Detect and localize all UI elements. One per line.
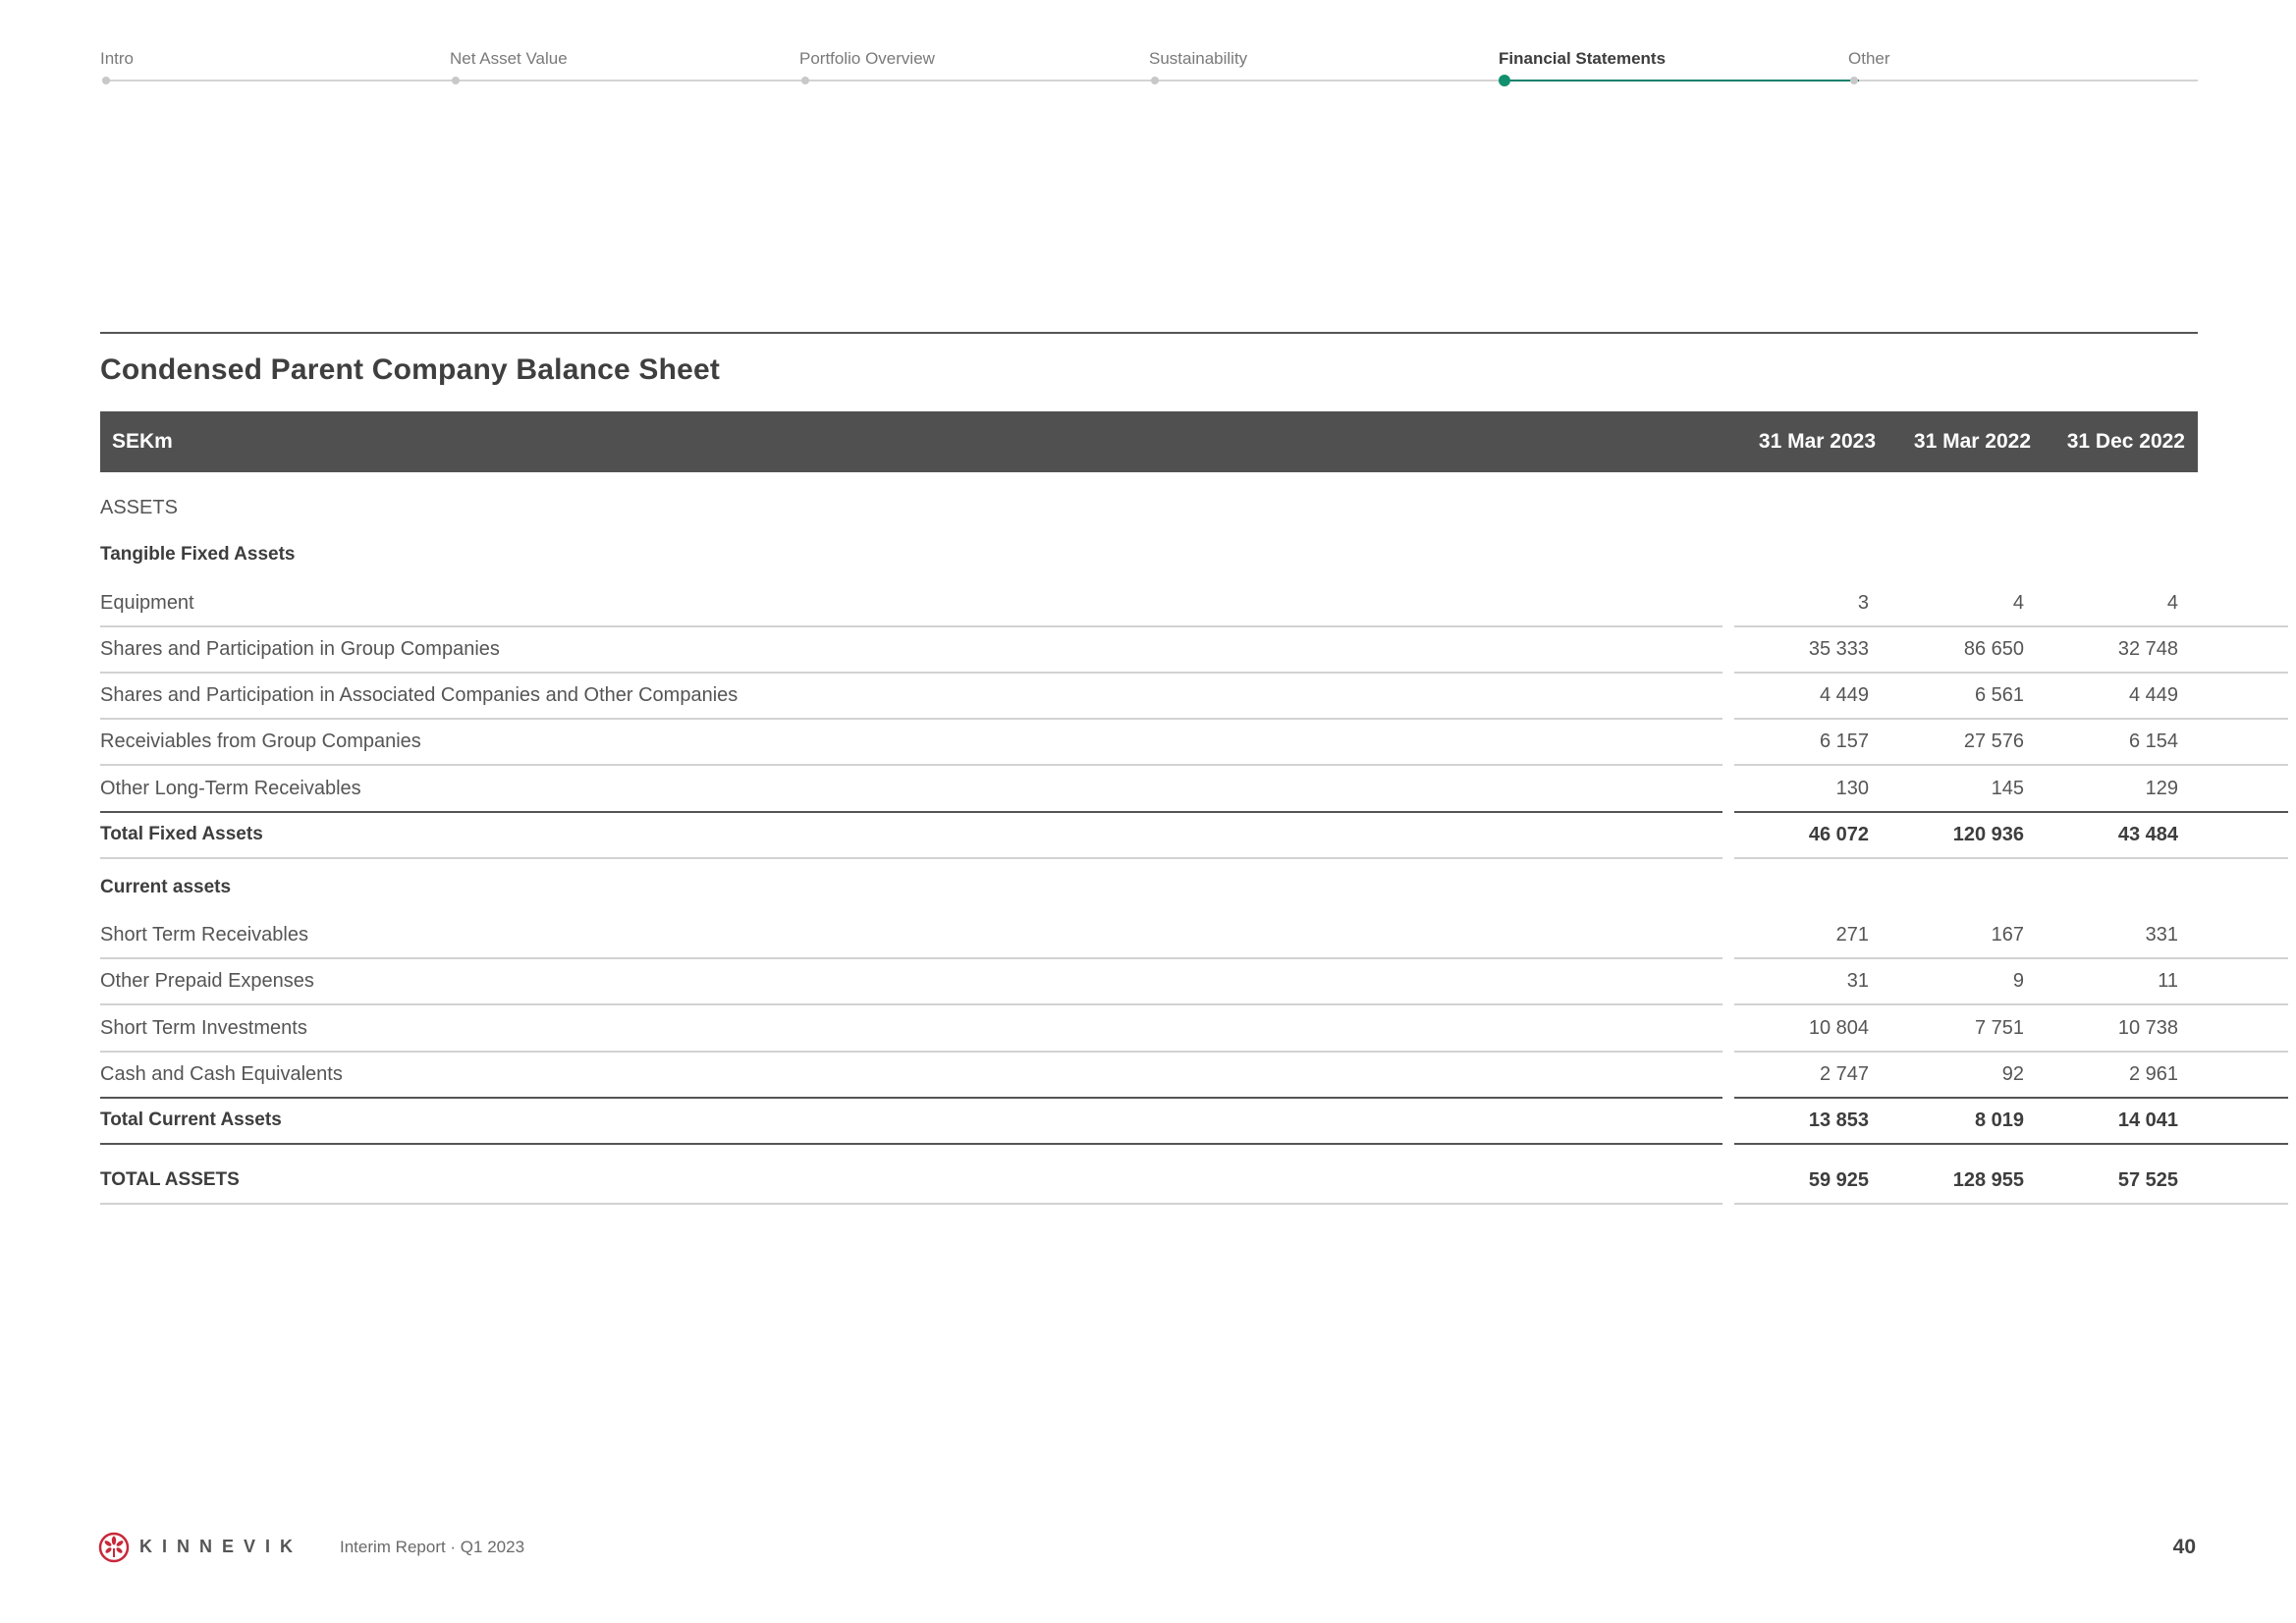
row-label: Other Prepaid Expenses	[100, 970, 314, 992]
cell-value: 10 804	[1808, 1017, 1869, 1039]
total-row: Total Current Assets 13 853 8 019 14 041	[100, 1099, 2288, 1145]
table-row: Short Term Receivables 271 167 331	[100, 913, 2288, 959]
nav-item-net-asset-value[interactable]: Net Asset Value	[450, 49, 568, 88]
cell-value: 8 019	[1974, 1109, 2024, 1131]
cell-value: 86 650	[1963, 638, 2024, 660]
table-row: Other Prepaid Expenses 31 9 11	[100, 959, 2288, 1005]
cell-value: 3	[1857, 592, 1869, 614]
row-divider	[2044, 764, 2288, 766]
cell-value: 4 449	[1819, 684, 1869, 706]
cell-value: 167	[1991, 924, 2024, 946]
cell-value: 4	[2012, 592, 2024, 614]
section-label: ASSETS	[100, 497, 178, 518]
cell-value: 9	[2012, 970, 2024, 992]
group-label: Current assets	[100, 877, 232, 897]
row-divider	[100, 1143, 1722, 1145]
row-label: Other Long-Term Receivables	[100, 778, 361, 799]
row-label: TOTAL ASSETS	[100, 1169, 240, 1190]
row-divider	[2044, 1203, 2288, 1205]
report-name: Interim Report · Q1 2023	[340, 1538, 525, 1556]
nav-dot	[1151, 77, 1159, 84]
cell-value: 7 751	[1974, 1017, 2024, 1039]
cell-value: 11	[2158, 970, 2178, 992]
page-number: 40	[2172, 1536, 2196, 1558]
cell-value: 35 333	[1808, 638, 1869, 660]
row-divider	[2044, 1003, 2288, 1005]
brand-name: KINNEVIK	[139, 1537, 303, 1556]
row-label: Shares and Participation in Associated C…	[100, 684, 738, 706]
nav-item-sustainability[interactable]: Sustainability	[1149, 49, 1247, 88]
row-label: Short Term Investments	[100, 1017, 307, 1039]
cell-value: 32 748	[2117, 638, 2178, 660]
row-divider	[2044, 1143, 2288, 1145]
cell-value: 13 853	[1808, 1109, 1869, 1131]
cell-value: 92	[2001, 1063, 2024, 1085]
cell-value: 57 525	[2117, 1169, 2178, 1191]
row-label: Total Fixed Assets	[100, 824, 263, 844]
nav-dot	[801, 77, 809, 84]
cell-value: 6 154	[2128, 730, 2178, 752]
total-row: Total Fixed Assets 46 072 120 936 43 484	[100, 813, 2288, 859]
section-nav: Intro Net Asset Value Portfolio Overview…	[100, 49, 2198, 88]
column-header: 31 Mar 2023	[1758, 430, 1876, 453]
cell-value: 271	[1835, 924, 1869, 946]
table-row: Other Long-Term Receivables 130 145 129	[100, 767, 2288, 813]
cell-value: 145	[1991, 778, 2024, 799]
cell-value: 120 936	[1952, 824, 2024, 845]
nav-item-portfolio-overview[interactable]: Portfolio Overview	[799, 49, 935, 88]
cell-value: 59 925	[1808, 1169, 1869, 1191]
row-divider	[2044, 857, 2288, 859]
table-row: Receiviables from Group Companies 6 157 27…	[100, 720, 2288, 766]
cell-value: 43 484	[2117, 824, 2178, 845]
cell-value: 27 576	[1963, 730, 2024, 752]
column-header: 31 Dec 2022	[2066, 430, 2185, 453]
nav-item-financial-statements[interactable]: Financial Statements	[1499, 49, 1666, 88]
cell-value: 6 561	[1974, 684, 2024, 706]
nav-dot	[102, 77, 110, 84]
cell-value: 4	[2166, 592, 2178, 614]
nav-item-intro[interactable]: Intro	[100, 49, 134, 88]
nav-dot	[1850, 77, 1858, 84]
page-title: Condensed Parent Company Balance Sheet	[100, 353, 721, 386]
row-label: Short Term Receivables	[100, 924, 308, 946]
row-label: Shares and Participation in Group Compan…	[100, 638, 500, 660]
table-row: Cash and Cash Equivalents 2 747 92 2 961	[100, 1053, 2288, 1099]
table-row: Equipment 3 4 4	[100, 581, 2288, 627]
row-label: Cash and Cash Equivalents	[100, 1063, 343, 1085]
section-divider	[100, 332, 2198, 334]
row-divider	[100, 1003, 1722, 1005]
row-label: Total Current Assets	[100, 1109, 282, 1130]
table-header: SEKm 31 Mar 2023 31 Mar 2022 31 Dec 2022	[100, 411, 2198, 472]
row-label: Receiviables from Group Companies	[100, 730, 421, 752]
grand-total-row: TOTAL ASSETS 59 925 128 955 57 525	[100, 1159, 2288, 1205]
table-row: Shares and Participation in Associated C…	[100, 674, 2288, 720]
cell-value: 31	[1846, 970, 1869, 992]
table-row: Shares and Participation in Group Compan…	[100, 627, 2288, 674]
kinnevik-logo-icon	[98, 1532, 130, 1563]
cell-value: 46 072	[1808, 824, 1869, 845]
group-label: Tangible Fixed Assets	[100, 544, 296, 565]
cell-value: 129	[2145, 778, 2178, 799]
row-label: Equipment	[100, 592, 194, 614]
cell-value: 6 157	[1819, 730, 1869, 752]
cell-value: 2 961	[2128, 1063, 2178, 1085]
nav-item-other[interactable]: Other	[1848, 49, 1890, 88]
cell-value: 130	[1835, 778, 1869, 799]
column-header: 31 Mar 2022	[1913, 430, 2031, 453]
row-divider	[100, 857, 1722, 859]
nav-dot-active	[1499, 75, 1510, 86]
row-divider	[100, 764, 1722, 766]
cell-value: 128 955	[1952, 1169, 2024, 1191]
nav-dot	[452, 77, 460, 84]
cell-value: 14 041	[2117, 1109, 2178, 1131]
cell-value: 4 449	[2128, 684, 2178, 706]
cell-value: 2 747	[1819, 1063, 1869, 1085]
cell-value: 10 738	[2117, 1017, 2178, 1039]
footer: KINNEVIK Interim Report · Q1 2023 40	[98, 1532, 2200, 1565]
unit-header: SEKm	[112, 430, 173, 453]
table-row: Short Term Investments 10 804 7 751 10 738	[100, 1006, 2288, 1053]
row-divider	[100, 1203, 1722, 1205]
cell-value: 331	[2145, 924, 2178, 946]
